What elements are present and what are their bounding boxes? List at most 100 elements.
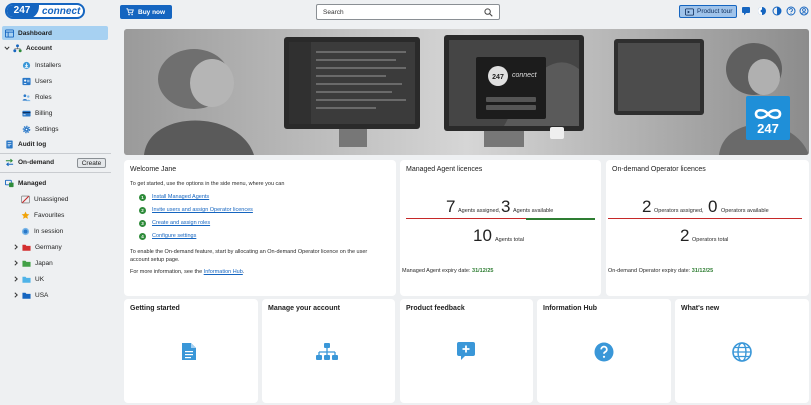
welcome-card: Welcome Jane To get started, use the opt… [124, 160, 396, 296]
sidebar-label-germany: Germany [35, 243, 62, 251]
operator-expiry: On-demand Operator expiry date: 31/12/25 [608, 268, 714, 274]
banner-illustration: 247 connect [124, 29, 809, 155]
tile-title: Product feedback [406, 305, 465, 312]
search-box[interactable] [316, 4, 500, 20]
install-agents-link[interactable]: Install Managed Agents [152, 194, 209, 200]
chevron-down-icon[interactable] [4, 45, 10, 51]
configure-settings-link[interactable]: Configure settings [152, 233, 196, 239]
product-tour-button[interactable]: Product tour [679, 5, 737, 18]
sidebar-item-in-session[interactable]: In session [0, 224, 111, 238]
search-input[interactable] [323, 7, 473, 18]
managed-expiry: Managed Agent expiry date: 31/12/25 [402, 268, 494, 274]
tile-product-feedback[interactable]: Product feedback [400, 299, 533, 403]
sidebar: Dashboard Account Installers Users Roles… [0, 24, 111, 405]
assigned-bar [608, 218, 802, 219]
globe-icon [732, 342, 752, 362]
user-icon[interactable] [799, 6, 809, 16]
tile-information-hub[interactable]: Information Hub [537, 299, 671, 403]
ondemand-text-line2: account setup page. [130, 257, 180, 263]
hero-banner: 247 connect [124, 29, 809, 155]
users-icon [22, 77, 31, 85]
sidebar-label-billing: Billing [35, 109, 53, 117]
tile-title: What's new [681, 305, 720, 312]
banner-logo-number: 247 [757, 121, 779, 136]
chevron-right-icon[interactable] [13, 244, 19, 250]
sidebar-item-managed[interactable]: Managed [0, 176, 111, 190]
sidebar-label-dashboard: Dashboard [18, 29, 52, 37]
chat-icon[interactable] [741, 6, 751, 16]
sidebar-item-account[interactable]: Account [0, 41, 111, 55]
tile-title: Manage your account [268, 305, 340, 312]
sidebar-label-installers: Installers [35, 61, 62, 69]
sidebar-item-billing[interactable]: Billing [0, 106, 111, 120]
brand-logo[interactable]: 247 connect [5, 3, 85, 19]
product-tour-label: Product tour [697, 8, 733, 15]
managed-icon [5, 179, 14, 187]
tile-getting-started[interactable]: Getting started [124, 299, 258, 403]
information-hub-link[interactable]: Information Hub [204, 269, 243, 275]
sidebar-item-settings[interactable]: Settings [0, 122, 111, 136]
tile-title: Information Hub [543, 305, 598, 312]
gear-icon [22, 125, 31, 133]
sidebar-item-unassigned[interactable]: Unassigned [0, 192, 111, 206]
sidebar-item-group-japan[interactable]: Japan [0, 256, 111, 270]
theme-icon[interactable] [757, 6, 767, 16]
tile-manage-account[interactable]: Manage your account [262, 299, 395, 403]
chevron-right-icon[interactable] [13, 260, 19, 266]
agents-available-label: Agents available [513, 208, 554, 214]
feedback-icon [457, 342, 475, 360]
unassigned-icon [21, 195, 30, 203]
ondemand-text-line1: To enable the On-demand feature, start b… [130, 249, 368, 255]
agents-assigned-count: 7 [446, 197, 456, 216]
sidebar-item-audit-log[interactable]: Audit log [0, 137, 111, 151]
sidebar-item-installers[interactable]: Installers [0, 58, 111, 72]
operators-assigned-count: 2 [642, 197, 652, 216]
operator-expiry-date: 31/12/25 [691, 268, 714, 274]
agents-assigned-label: Agents assigned, [458, 208, 501, 214]
sidebar-label-unassigned: Unassigned [34, 195, 69, 203]
tile-whats-new[interactable]: What's new [675, 299, 809, 403]
assigned-bar [406, 218, 526, 219]
account-icon [13, 43, 22, 52]
sidebar-item-favourites[interactable]: Favourites [0, 208, 111, 222]
sidebar-item-group-germany[interactable]: Germany [0, 240, 111, 254]
star-icon [21, 211, 30, 219]
sidebar-item-group-usa[interactable]: USA [0, 288, 111, 302]
chevron-right-icon[interactable] [13, 276, 19, 282]
sidebar-label-japan: Japan [35, 259, 53, 267]
sidebar-item-users[interactable]: Users [0, 74, 111, 88]
sidebar-item-group-uk[interactable]: UK [0, 272, 111, 286]
on-demand-icon [5, 158, 14, 166]
operator-licences-title: On-demand Operator licences [612, 166, 706, 173]
sidebar-item-roles[interactable]: Roles [0, 90, 111, 104]
logo-word: connect [42, 6, 81, 17]
sidebar-label-audit-log: Audit log [18, 140, 47, 148]
installers-icon [22, 61, 31, 69]
managed-licences-card: Managed Agent licences 7 Agents assigned… [400, 160, 601, 296]
logo-number: 247 [7, 5, 39, 17]
create-on-demand-button[interactable]: Create [77, 158, 106, 168]
banner-brand-logo: 247 [746, 96, 790, 140]
chevron-right-icon[interactable] [13, 292, 19, 298]
operators-assigned-label: Operators assigned, [654, 208, 704, 214]
info-text: For more information, see the Informatio… [130, 269, 245, 275]
sidebar-item-dashboard[interactable]: Dashboard [2, 26, 108, 40]
step-badge: 4 [139, 233, 146, 240]
folder-icon [22, 292, 31, 299]
folder-icon [22, 244, 31, 251]
sidebar-label-roles: Roles [35, 93, 52, 101]
buy-now-button[interactable]: Buy now [120, 5, 172, 19]
available-bar [526, 218, 595, 220]
sidebar-label-settings: Settings [35, 125, 59, 133]
audit-log-icon [6, 139, 13, 149]
in-session-icon [21, 227, 30, 235]
create-roles-link[interactable]: Create and assign roles [152, 220, 210, 226]
help-icon[interactable] [786, 6, 796, 16]
search-icon[interactable] [484, 8, 493, 17]
contrast-icon[interactable] [772, 6, 782, 16]
document-icon [182, 343, 196, 360]
tour-icon [685, 7, 694, 16]
dashboard-icon [5, 28, 14, 38]
agents-available-count: 3 [501, 197, 511, 216]
invite-users-link[interactable]: Invite users and assign Operator licence… [152, 207, 253, 213]
